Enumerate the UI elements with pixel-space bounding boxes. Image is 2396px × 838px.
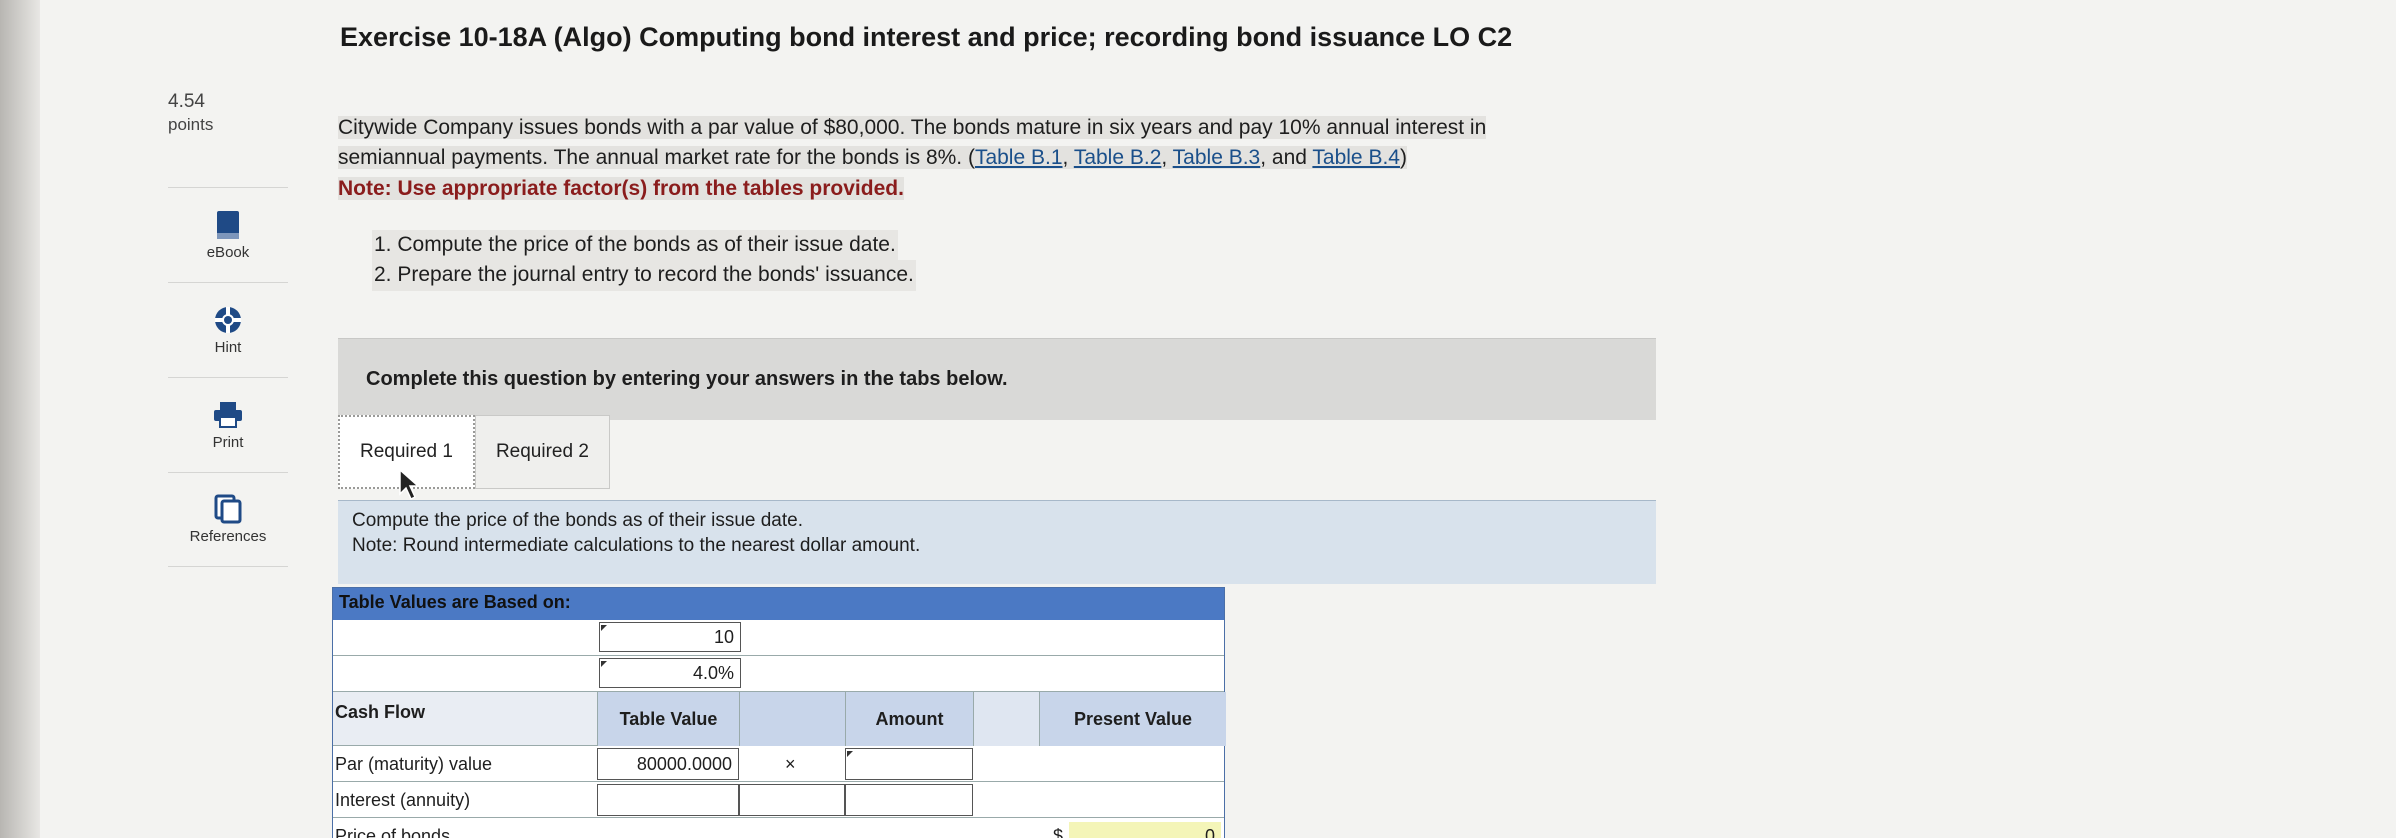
tab-bar: Required 1 Required 2 xyxy=(338,415,610,501)
interest-extra-field[interactable] xyxy=(739,784,845,816)
link-separator: , xyxy=(1161,146,1173,170)
table-b2-link[interactable]: Table B.2 xyxy=(1074,146,1162,169)
ebook-icon xyxy=(215,210,241,240)
table-b3-link[interactable]: Table B.3 xyxy=(1173,146,1261,169)
points-label: points xyxy=(168,114,214,134)
column-header-row: Cash Flow Table Value Amount Present Val… xyxy=(333,692,1226,746)
col-op-spacer xyxy=(739,692,845,746)
i-row: i = 4.0% xyxy=(333,656,1224,692)
col-cash-flow: Cash Flow xyxy=(335,702,426,722)
mouse-cursor-icon xyxy=(399,468,420,501)
instruction-line-2: Note: Round intermediate calculations to… xyxy=(352,534,921,556)
problem-note: Note: Use appropriate factor(s) from the… xyxy=(338,176,904,200)
link-close: ) xyxy=(1399,146,1407,170)
bond-price-table: Table Values are Based on: n = 10 i = 4.… xyxy=(332,587,1226,838)
instruction-line-1: Compute the price of the bonds as of the… xyxy=(352,510,803,531)
references-button[interactable]: References xyxy=(168,472,288,567)
tool-sidebar: eBook Hint Print References xyxy=(168,187,288,567)
table-b1-link[interactable]: Table B.1 xyxy=(975,146,1063,169)
price-row: Price of bonds $ 0 xyxy=(333,818,1224,838)
par-value-label: Par (maturity) value xyxy=(335,754,493,774)
points-value: 4.54 xyxy=(168,91,205,112)
tab-required-2[interactable]: Required 2 xyxy=(474,415,610,489)
table-header: Table Values are Based on: xyxy=(333,588,1224,620)
problem-text-1: Citywide Company issues bonds with a par… xyxy=(338,116,1487,139)
references-icon xyxy=(214,494,242,524)
hint-button[interactable]: Hint xyxy=(168,282,288,377)
table-b4-link[interactable]: Table B.4 xyxy=(1312,146,1400,169)
link-separator: , xyxy=(1062,146,1074,170)
requirement-2: 2. Prepare the journal entry to record t… xyxy=(372,260,916,291)
points-info: 4.54 points xyxy=(168,90,213,135)
interest-row: Interest (annuity) xyxy=(333,782,1224,818)
par-amount-field[interactable] xyxy=(845,748,973,780)
n-value-field[interactable]: 10 xyxy=(599,622,741,652)
col-table-value: Table Value xyxy=(597,692,739,746)
tab-instructions: Compute the price of the bonds as of the… xyxy=(338,500,1656,584)
par-table-value-field[interactable]: 80000.0000 xyxy=(597,748,739,780)
link-separator: , and xyxy=(1260,146,1313,170)
par-value-row: Par (maturity) value 80000.0000 × xyxy=(333,746,1224,782)
n-flag-icon xyxy=(601,625,607,631)
ebook-label: eBook xyxy=(206,243,250,261)
requirements-list: 1. Compute the price of the bonds as of … xyxy=(372,230,916,291)
interest-label: Interest (annuity) xyxy=(335,790,471,810)
interest-amount-field[interactable] xyxy=(845,784,973,816)
left-edge-shadow xyxy=(0,0,40,838)
print-icon xyxy=(213,400,243,430)
instructions-banner: Complete this question by entering your … xyxy=(338,338,1656,420)
price-label: Price of bonds xyxy=(335,826,451,838)
problem-statement: Citywide Company issues bonds with a par… xyxy=(338,113,1668,204)
requirement-1: 1. Compute the price of the bonds as of … xyxy=(372,230,898,261)
i-value-field[interactable]: 4.0% xyxy=(599,658,741,688)
par-amount-flag-icon xyxy=(847,751,853,757)
n-row: n = 10 xyxy=(333,620,1224,656)
multiply-sign: × xyxy=(785,754,796,774)
ebook-button[interactable]: eBook xyxy=(168,187,288,282)
references-label: References xyxy=(189,528,267,545)
hint-icon xyxy=(213,305,243,335)
print-button[interactable]: Print xyxy=(168,377,288,472)
exercise-title: Exercise 10-18A (Algo) Computing bond in… xyxy=(340,22,1513,52)
interest-table-value-field[interactable] xyxy=(597,784,739,816)
col-present-value: Present Value xyxy=(1039,692,1226,746)
i-flag-icon xyxy=(601,661,607,667)
hint-label: Hint xyxy=(214,338,242,356)
col-eq-spacer xyxy=(973,692,1039,746)
price-currency: $ xyxy=(1053,826,1064,838)
price-pv-field[interactable]: 0 xyxy=(1069,822,1221,838)
print-label: Print xyxy=(212,433,244,451)
col-amount: Amount xyxy=(845,692,973,746)
problem-text-2: semiannual payments. The annual market r… xyxy=(338,146,975,170)
